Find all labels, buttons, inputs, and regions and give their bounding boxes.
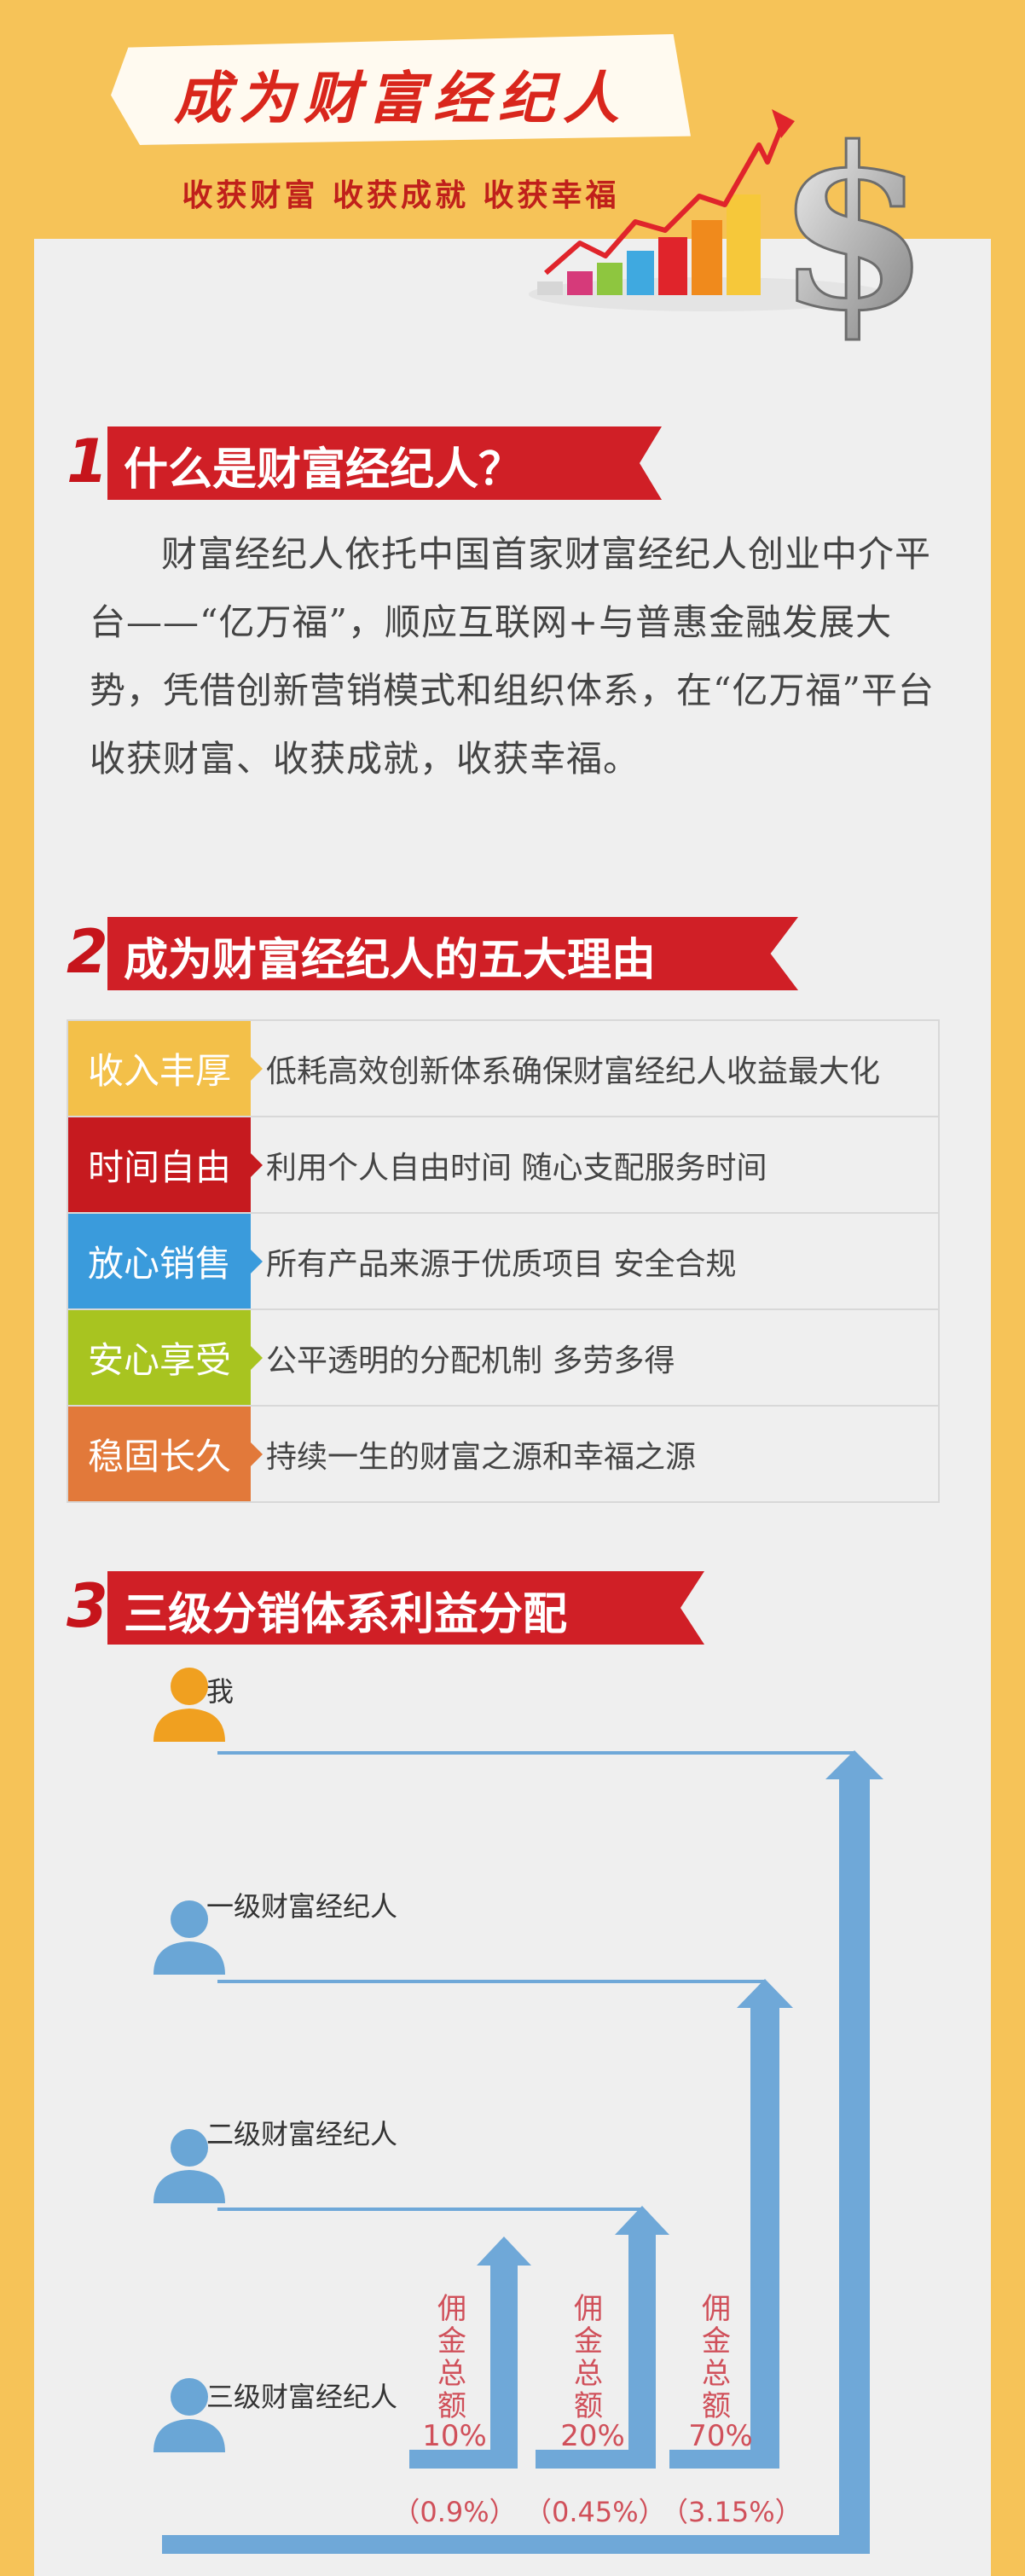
reason-text: 低耗高效创新体系确保财富经纪人收益最大化 (266, 1053, 881, 1089)
bar-7 (727, 194, 761, 295)
commission-label: 佣金总额 (437, 2292, 466, 2423)
dollar-sign-icon: $ (776, 102, 930, 360)
reason-tag: 时间自由 (68, 1117, 263, 1212)
reason-tag: 稳固长久 (68, 1407, 263, 1501)
commission-share: （0.9%） (392, 2496, 517, 2528)
bar-1 (537, 281, 563, 295)
intro-paragraph: 财富经纪人依托中国首家财富经纪人创业中介平台——“亿万福”，顺应互联网+与普惠金… (90, 533, 935, 780)
level-label-tier-2: 二级财富经纪人 (206, 2118, 398, 2150)
reason-tag: 收入丰厚 (68, 1021, 263, 1116)
level-label-tier-1: 一级财富经纪人 (206, 1890, 398, 1923)
commission-percent: 10% (422, 2419, 487, 2453)
commission-percent: 20% (560, 2419, 625, 2453)
section-number-2: 2 (67, 917, 108, 987)
reason-row: 稳固长久 持续一生的财富之源和幸福之源 (67, 1407, 940, 1503)
commission-percent: 70% (688, 2419, 753, 2453)
reason-text: 所有产品来源于优质项目 安全合规 (266, 1246, 737, 1282)
reason-text: 公平透明的分配机制 多劳多得 (266, 1343, 675, 1378)
section-title-2: 成为财富经纪人的五大理由 (124, 935, 657, 986)
bar-5 (658, 237, 687, 295)
reason-row: 收入丰厚 低耗高效创新体系确保财富经纪人收益最大化 (67, 1019, 940, 1117)
growth-chart-illustration: $ (529, 102, 931, 362)
section-title-3: 三级分销体系利益分配 (124, 1589, 568, 1640)
commission-share: （3.15%） (661, 2496, 802, 2528)
commission-label: 佣金总额 (702, 2292, 731, 2423)
bar-2 (567, 271, 593, 295)
bar-4 (627, 251, 654, 295)
reason-row: 安心享受 公平透明的分配机制 多劳多得 (67, 1310, 940, 1407)
section-number-1: 1 (67, 426, 108, 496)
reason-row: 时间自由 利用个人自由时间 随心支配服务时间 (67, 1117, 940, 1214)
section-title-1: 什么是财富经纪人？ (124, 444, 524, 496)
reasons-table: 收入丰厚 低耗高效创新体系确保财富经纪人收益最大化 时间自由 利用个人自由时间 … (67, 1019, 940, 1503)
reason-text: 持续一生的财富之源和幸福之源 (266, 1439, 697, 1475)
commission-label: 佣金总额 (574, 2292, 603, 2423)
section-number-3: 3 (67, 1571, 108, 1641)
commission-share: （0.45%） (524, 2496, 666, 2528)
bar-3 (597, 263, 623, 295)
bar-6 (692, 220, 722, 295)
reason-text: 利用个人自由时间 随心支配服务时间 (266, 1150, 767, 1186)
reason-tag: 放心销售 (68, 1214, 263, 1308)
reason-row: 放心销售 所有产品来源于优质项目 安全合规 (67, 1214, 940, 1310)
reason-tag: 安心享受 (68, 1310, 263, 1405)
level-label-me: 我 (206, 1675, 235, 1708)
level-label-tier-3: 三级财富经纪人 (206, 2381, 398, 2413)
